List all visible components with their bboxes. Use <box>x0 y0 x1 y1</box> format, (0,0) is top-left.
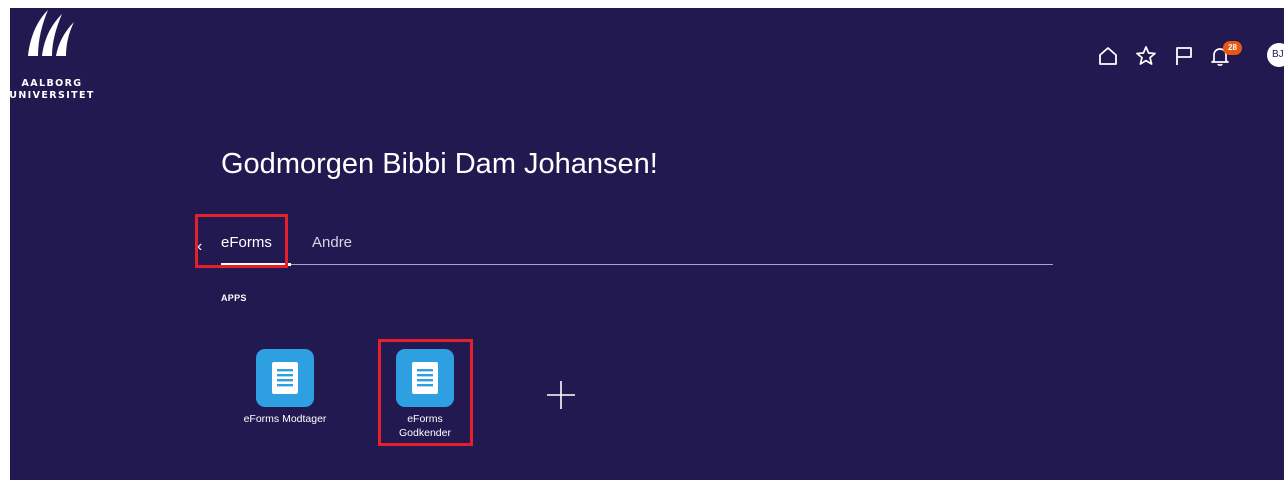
app-tile-eforms-godkender[interactable]: eForms Godkender <box>375 349 475 440</box>
aau-logo[interactable]: AALBORG UNIVERSITET <box>10 8 110 108</box>
tab-eforms[interactable]: eForms <box>221 234 272 251</box>
app-tile-eforms-modtager[interactable]: eForms Modtager <box>235 349 335 426</box>
add-app-plus-icon[interactable] <box>543 377 579 413</box>
tab-bar: ‹ eForms Andre <box>197 230 1053 266</box>
app-tile-label: eForms Godkender <box>399 413 451 439</box>
greeting-title: Godmorgen Bibbi Dam Johansen! <box>221 148 658 180</box>
home-icon[interactable] <box>1096 44 1120 68</box>
document-icon <box>256 349 314 407</box>
tab-active-indicator <box>221 263 291 266</box>
logo-text: AALBORG UNIVERSITET <box>10 78 100 102</box>
logo-line-1: AALBORG <box>21 78 83 89</box>
app-tile-label: eForms Modtager <box>243 413 327 425</box>
document-icon <box>396 349 454 407</box>
tab-andre[interactable]: Andre <box>312 234 352 251</box>
flag-icon[interactable] <box>1172 44 1196 68</box>
notification-badge[interactable]: 28 <box>1223 41 1242 55</box>
app-shell: AALBORG UNIVERSITET 28 BJ Godmorgen Bibb… <box>10 8 1284 480</box>
tab-scroll-left-chevron-icon[interactable]: ‹ <box>197 238 202 256</box>
user-avatar[interactable]: BJ <box>1267 43 1284 67</box>
logo-mark-icon <box>28 10 74 56</box>
section-label-apps: APPS <box>221 293 247 303</box>
logo-line-2: UNIVERSITET <box>10 90 95 101</box>
star-icon[interactable] <box>1134 44 1158 68</box>
